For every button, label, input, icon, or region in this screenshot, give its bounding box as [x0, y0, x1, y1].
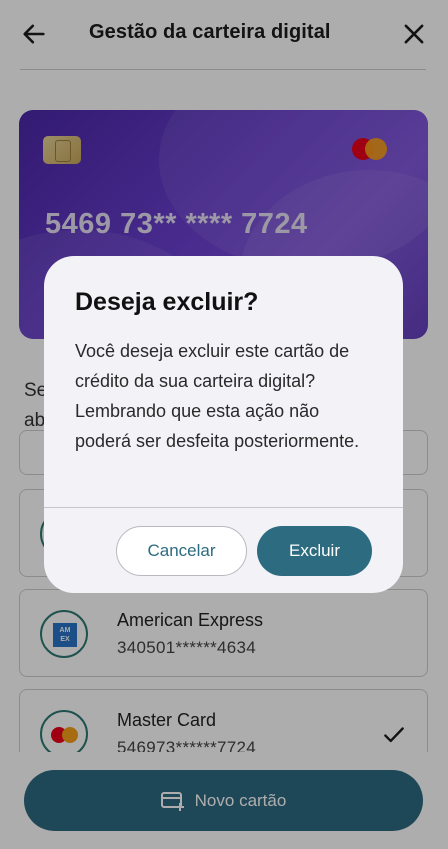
delete-confirm-dialog: Deseja excluir? Você deseja excluir este…: [44, 256, 403, 593]
confirm-delete-button[interactable]: Excluir: [257, 526, 372, 576]
cancel-button[interactable]: Cancelar: [116, 526, 247, 576]
dialog-message: Você deseja excluir este cartão de crédi…: [75, 341, 360, 451]
dialog-title: Deseja excluir?: [75, 288, 259, 316]
dialog-divider: [44, 507, 403, 508]
